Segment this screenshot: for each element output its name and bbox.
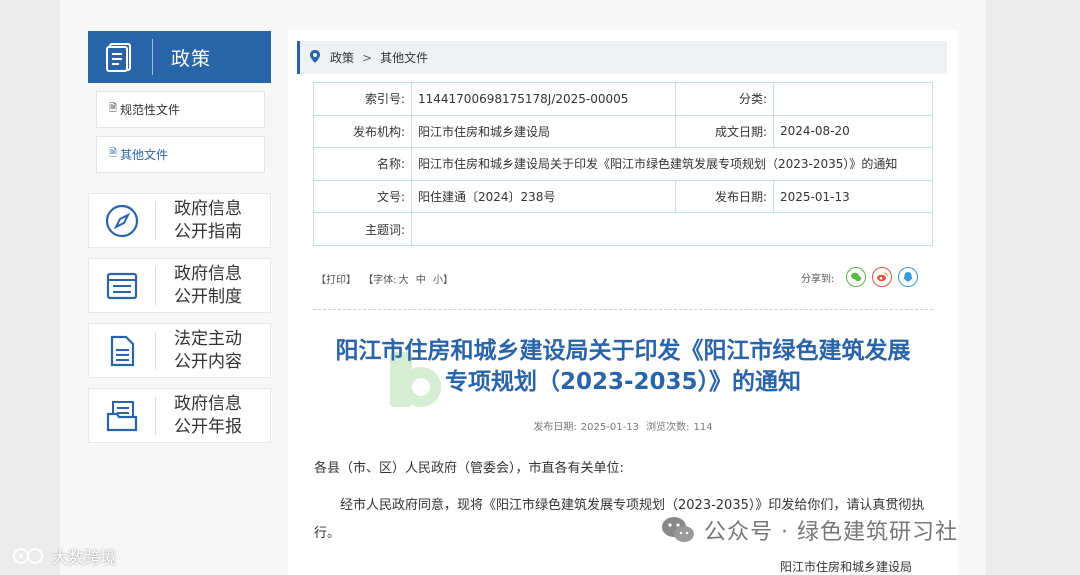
keywords-value <box>411 212 933 246</box>
share-bar: 分享到: <box>801 265 919 289</box>
font-big-button[interactable]: 大 <box>399 275 409 286</box>
category-label: 分类: <box>675 82 774 116</box>
card-system[interactable]: 政府信息 公开制度 <box>88 258 271 313</box>
qq-share-icon[interactable] <box>898 267 919 287</box>
divider <box>155 331 156 370</box>
breadcrumb-home[interactable]: 政策 <box>330 49 354 66</box>
created-label: 成文日期: <box>675 114 774 149</box>
chevron-right-icon: > <box>362 50 373 65</box>
corner-watermark-text: 大数跨境 <box>52 548 117 567</box>
article-tools: 【打印】 【字体: 大 中 小】 <box>316 271 457 286</box>
table-row: 索引号: 11441700698175178J/2025-00005 分类: <box>313 82 933 116</box>
card-line2: 公开年报 <box>174 416 242 437</box>
date-value: 2025-01-13 <box>580 422 639 433</box>
sidebar-item-label: 其他文件 <box>120 148 169 162</box>
category-value <box>773 82 933 116</box>
font-size-prefix: 【字体: <box>363 275 397 286</box>
name-value: 阳江市住房和城乡建设局关于印发《阳江市绿色建筑发展专项规划（2023-2035）… <box>411 147 933 181</box>
card-line2: 公开指南 <box>174 221 242 242</box>
divider <box>155 201 156 240</box>
pubdate-value: 2025-01-13 <box>773 179 933 214</box>
created-value: 2024-08-20 <box>773 114 933 149</box>
wechat-share-icon[interactable] <box>846 267 867 287</box>
doc-icon: 🗎 <box>109 148 118 159</box>
article-info: 发布日期: 2025-01-13 浏览次数: 114 <box>313 418 933 433</box>
card-line1: 政府信息 <box>174 198 242 219</box>
sidebar-item-label: 规范性文件 <box>120 103 181 117</box>
divider <box>313 309 933 310</box>
divider <box>152 39 153 75</box>
views-label: 浏览次数: <box>646 422 690 433</box>
folder-icon <box>89 388 155 443</box>
article-title-line1: 阳江市住房和城乡建设局关于印发《阳江市绿色建筑发展 <box>335 338 911 364</box>
publisher-value: 阳江市住房和城乡建设局 <box>411 114 676 149</box>
book-icon <box>88 31 152 83</box>
index-value: 11441700698175178J/2025-00005 <box>411 82 676 116</box>
brand-logo-icon <box>13 548 43 564</box>
name-label: 名称: <box>313 147 412 181</box>
location-pin-icon <box>310 49 320 66</box>
card-label: 法定主动 公开内容 <box>174 328 250 374</box>
font-mid-button[interactable]: 中 <box>416 275 426 286</box>
breadcrumb-current[interactable]: 其他文件 <box>380 49 428 66</box>
keywords-label: 主题词: <box>313 212 412 246</box>
card-line1: 法定主动 <box>174 328 242 349</box>
article-signature: 阳江市住房和城乡建设局 <box>780 560 913 574</box>
docno-label: 文号: <box>313 179 412 214</box>
weibo-share-icon[interactable] <box>872 267 893 287</box>
list-icon <box>89 258 155 313</box>
table-row: 发布机构: 阳江市住房和城乡建设局 成文日期: 2024-08-20 <box>313 114 933 149</box>
table-row: 名称: 阳江市住房和城乡建设局关于印发《阳江市绿色建筑发展专项规划（2023-2… <box>313 147 933 181</box>
font-small-button[interactable]: 小 <box>433 275 443 286</box>
card-guide[interactable]: 政府信息 公开指南 <box>88 193 271 248</box>
card-line2: 公开制度 <box>174 286 242 307</box>
card-line1: 政府信息 <box>174 393 242 414</box>
card-label: 政府信息 公开指南 <box>174 198 250 244</box>
table-row: 文号: 阳住建通〔2024〕238号 发布日期: 2025-01-13 <box>313 179 933 214</box>
docno-value: 阳住建通〔2024〕238号 <box>411 179 676 214</box>
index-label: 索引号: <box>313 82 412 116</box>
breadcrumb: 政策 > 其他文件 <box>297 41 947 74</box>
publisher-label: 发布机构: <box>313 114 412 149</box>
corner-watermark: 大数跨境 <box>12 544 116 568</box>
article-title-line2: 专项规划（2023-2035）》的通知 <box>444 369 802 395</box>
table-row: 主题词: <box>313 212 933 246</box>
article-title: 阳江市住房和城乡建设局关于印发《阳江市绿色建筑发展 专项规划（2023-2035… <box>313 336 933 398</box>
doc-icon: 🗎 <box>109 103 118 114</box>
print-button[interactable]: 【打印】 <box>316 275 356 286</box>
card-label: 政府信息 公开年报 <box>174 393 250 439</box>
font-size-suffix: 】 <box>442 275 453 286</box>
card-label: 政府信息 公开制度 <box>174 263 250 309</box>
pubdate-label: 发布日期: <box>675 179 774 214</box>
sidebar-item-other[interactable]: 🗎 其他文件 <box>96 136 265 173</box>
sidebar-header-title: 政策 <box>171 47 212 70</box>
card-content[interactable]: 法定主动 公开内容 <box>88 323 271 378</box>
views-value: 114 <box>693 422 713 433</box>
card-line2: 公开内容 <box>174 351 242 372</box>
card-line1: 政府信息 <box>174 263 242 284</box>
divider <box>155 266 156 305</box>
document-icon <box>89 323 155 378</box>
document-meta-table: 索引号: 11441700698175178J/2025-00005 分类: 发… <box>313 82 933 246</box>
wechat-account-watermark: 公众号 · 绿色建筑研习社 <box>660 514 958 546</box>
sidebar-header[interactable]: 政策 <box>88 31 271 83</box>
wechat-account-name: 公众号 · 绿色建筑研习社 <box>704 520 958 545</box>
wechat-icon <box>662 517 694 542</box>
article-salutation: 各县（市、区）人民政府（管委会），市直各有关单位: <box>314 461 624 476</box>
share-label: 分享到: <box>801 273 835 285</box>
date-label: 发布日期: <box>533 422 577 433</box>
compass-icon <box>89 193 155 248</box>
card-annual-report[interactable]: 政府信息 公开年报 <box>88 388 271 443</box>
divider <box>155 396 156 435</box>
sidebar-item-normative[interactable]: 🗎 规范性文件 <box>96 91 265 128</box>
